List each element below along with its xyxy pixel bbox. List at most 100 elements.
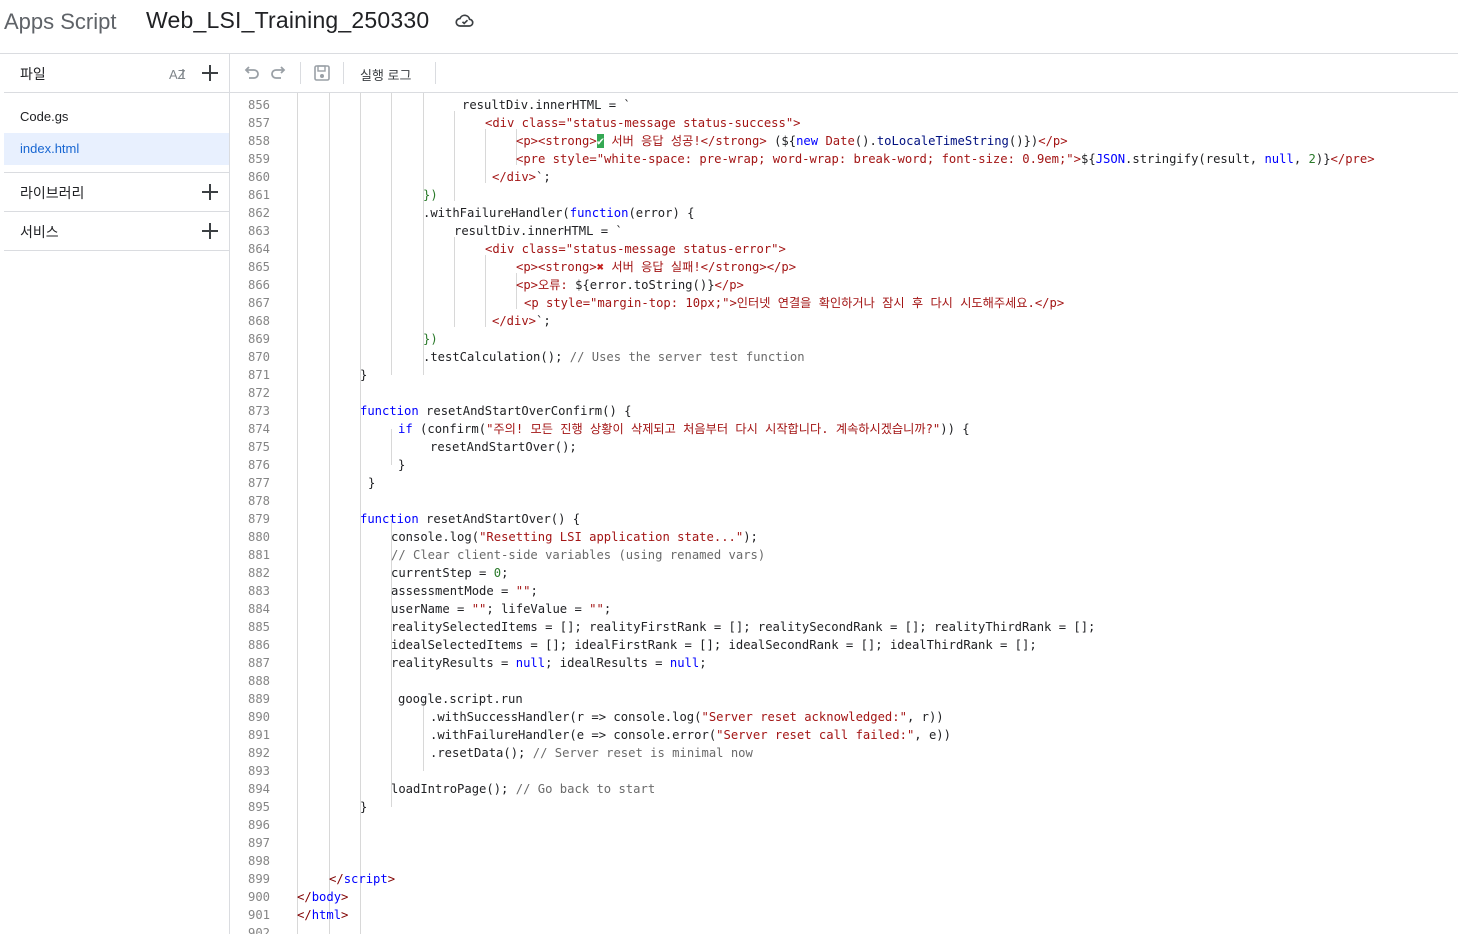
line-number: 878 (247, 494, 270, 508)
code-line[interactable]: 872 (230, 384, 1458, 402)
toolbar-divider (435, 62, 436, 84)
code-line[interactable]: 881 // Clear client-side variables (using… (230, 546, 1458, 564)
execution-log-button[interactable]: 실행 로그 (360, 65, 411, 84)
code-line[interactable]: 858 <p><strong>✔ 서버 응답 성공!</strong> (${ne… (230, 132, 1458, 150)
code-editor[interactable]: 856 resultDiv.innerHTML = ` 857 <div class=… (230, 93, 1458, 934)
code-line[interactable]: 892 .resetData(); // Server reset is mini… (230, 744, 1458, 762)
add-file-icon[interactable] (201, 64, 219, 82)
project-title[interactable]: Web_LSI_Training_250330 (146, 7, 429, 34)
code-line[interactable]: 875 resetAndStartOver(); (230, 438, 1458, 456)
code-text: <p style="margin-top: 10px;">인터넷 연결을 확인하… (524, 296, 1065, 310)
code-line[interactable]: 894 loadIntroPage(); // Go back to start (230, 780, 1458, 798)
code-line[interactable]: 864 <div class="status-message status-err… (230, 240, 1458, 258)
code-line[interactable]: 856 resultDiv.innerHTML = ` (230, 96, 1458, 114)
line-number: 865 (247, 260, 270, 274)
libraries-section[interactable]: 라이브러리 (4, 172, 229, 211)
line-number: 898 (247, 854, 270, 868)
line-number: 882 (247, 566, 270, 580)
file-sidebar: 파일 AZ Code.gs index.html 라이브러리 서비스 (4, 54, 230, 934)
code-text: <div class="status-message status-error"… (485, 242, 786, 256)
code-line[interactable]: 893 (230, 762, 1458, 780)
code-line[interactable]: 888 (230, 672, 1458, 690)
line-number: 856 (247, 98, 270, 112)
undo-icon[interactable] (242, 64, 260, 82)
code-line[interactable]: 862 .withFailureHandler(function(error) { (230, 204, 1458, 222)
line-number: 897 (247, 836, 270, 850)
code-line[interactable]: 866 <p>오류: ${error.toString()}</p> (230, 276, 1458, 294)
code-line[interactable]: 886 idealSelectedItems = []; idealFirstRa… (230, 636, 1458, 654)
code-text: <div class="status-message status-succes… (485, 116, 801, 130)
redo-icon[interactable] (270, 64, 288, 82)
code-line[interactable]: 870 .testCalculation(); // Uses the serve… (230, 348, 1458, 366)
code-line[interactable]: 878 (230, 492, 1458, 510)
code-line[interactable]: 899 </script> (230, 870, 1458, 888)
code-line[interactable]: 901 </html> (230, 906, 1458, 924)
services-section[interactable]: 서비스 (4, 211, 229, 250)
file-item-label: Code.gs (20, 109, 69, 124)
code-line[interactable]: 867 <p style="margin-top: 10px;">인터넷 연결을 … (230, 294, 1458, 312)
sidebar-divider (4, 250, 229, 251)
code-text: .testCalculation(); // Uses the server t… (423, 350, 805, 364)
line-number: 891 (247, 728, 270, 742)
code-line[interactable]: 883 assessmentMode = ""; (230, 582, 1458, 600)
line-number: 901 (247, 908, 270, 922)
file-item-code-gs[interactable]: Code.gs (4, 101, 229, 133)
file-item-index-html[interactable]: index.html (4, 133, 229, 165)
code-line[interactable]: 885 realitySelectedItems = []; realityFir… (230, 618, 1458, 636)
code-text: </div>`; (492, 314, 551, 328)
code-line[interactable]: 876} (230, 456, 1458, 474)
code-line[interactable]: 897 (230, 834, 1458, 852)
code-text: resetAndStartOver(); (430, 440, 577, 454)
code-line[interactable]: 868 </div>`; (230, 312, 1458, 330)
code-line[interactable]: 882 currentStep = 0; (230, 564, 1458, 582)
sort-az-icon[interactable]: AZ (168, 65, 188, 83)
file-item-label: index.html (20, 141, 80, 156)
code-line[interactable]: 890 .withSuccessHandler(r => console.log(… (230, 708, 1458, 726)
line-number: 873 (247, 404, 270, 418)
code-line[interactable]: 900 </body> (230, 888, 1458, 906)
code-line[interactable]: 874 if (confirm("주의! 모든 진행 상황이 삭제되고 처음부터 … (230, 420, 1458, 438)
code-text: realityResults = null; idealResults = nu… (391, 656, 707, 670)
code-text: } (398, 458, 406, 472)
line-number: 885 (247, 620, 270, 634)
cloud-sync-icon[interactable] (455, 12, 475, 30)
services-label: 서비스 (20, 224, 59, 240)
code-line[interactable]: 891 .withFailureHandler(e => console.erro… (230, 726, 1458, 744)
code-text: </div>`; (492, 170, 551, 184)
code-line[interactable]: 889 google.script.run (230, 690, 1458, 708)
line-number: 872 (247, 386, 270, 400)
save-icon[interactable] (313, 64, 331, 82)
code-line[interactable]: 877} (230, 474, 1458, 492)
code-line[interactable]: 880 console.log("Resetting LSI applicatio… (230, 528, 1458, 546)
code-line[interactable]: 863 resultDiv.innerHTML = ` (230, 222, 1458, 240)
add-library-icon[interactable] (201, 183, 219, 201)
code-line[interactable]: 896 (230, 816, 1458, 834)
code-line[interactable]: 902 (230, 924, 1458, 934)
line-number: 874 (247, 422, 270, 436)
app-name[interactable]: Apps Script (4, 9, 117, 35)
code-line[interactable]: 869}) (230, 330, 1458, 348)
add-service-icon[interactable] (201, 222, 219, 240)
code-line[interactable]: 861}) (230, 186, 1458, 204)
line-number: 895 (247, 800, 270, 814)
code-line[interactable]: 859 <pre style="white-space: pre-wrap; wo… (230, 150, 1458, 168)
line-number: 892 (247, 746, 270, 760)
code-line[interactable]: 895} (230, 798, 1458, 816)
code-line[interactable]: 884 userName = ""; lifeValue = ""; (230, 600, 1458, 618)
line-number: 884 (247, 602, 270, 616)
code-line[interactable]: 898 (230, 852, 1458, 870)
code-text: resultDiv.innerHTML = ` (462, 98, 631, 112)
code-line[interactable]: 865 <p><strong>✖ 서버 응답 실패!</strong></p> (230, 258, 1458, 276)
code-line[interactable]: 860 </div>`; (230, 168, 1458, 186)
line-number: 863 (247, 224, 270, 238)
code-line[interactable]: 873 function resetAndStartOverConfirm() { (230, 402, 1458, 420)
code-line[interactable]: 857 <div class="status-message status-suc… (230, 114, 1458, 132)
files-header-label: 파일 (20, 66, 46, 82)
line-number: 896 (247, 818, 270, 832)
code-line[interactable]: 879 function resetAndStartOver() { (230, 510, 1458, 528)
code-text: // Clear client-side variables (using re… (391, 548, 766, 562)
code-line[interactable]: 871} (230, 366, 1458, 384)
line-number: 887 (247, 656, 270, 670)
line-number: 876 (247, 458, 270, 472)
code-line[interactable]: 887 realityResults = null; idealResults =… (230, 654, 1458, 672)
